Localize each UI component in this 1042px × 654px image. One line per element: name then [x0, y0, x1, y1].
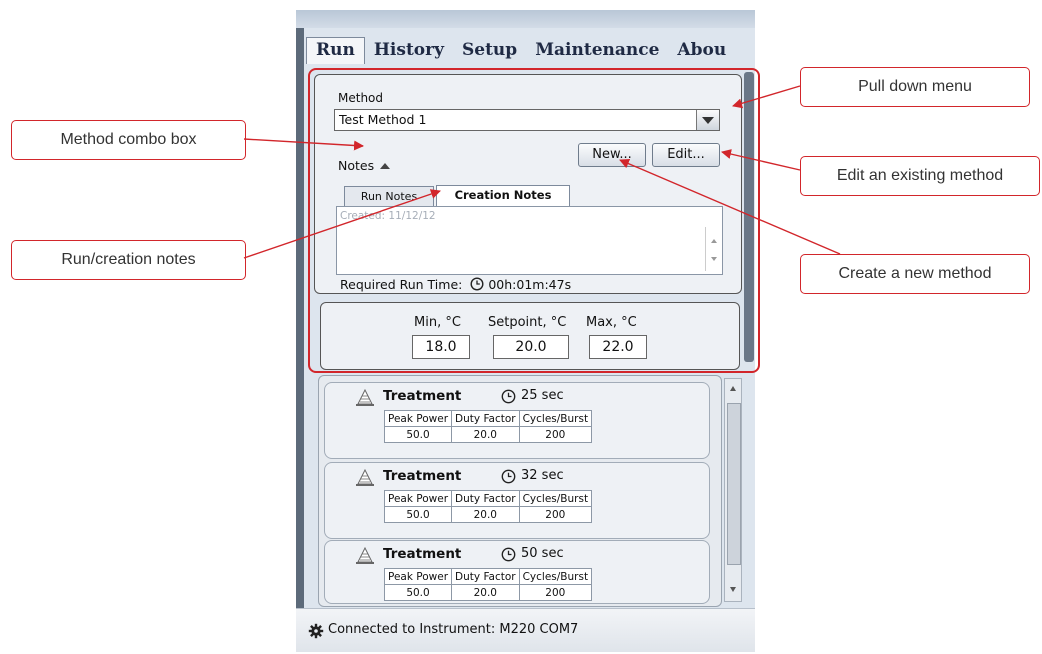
- clock-icon: [501, 547, 516, 562]
- clock-icon: [501, 389, 516, 404]
- treatment-title: Treatment: [383, 546, 462, 562]
- tab-history[interactable]: History: [365, 38, 453, 64]
- treatment-title: Treatment: [383, 468, 462, 484]
- tab-run[interactable]: Run: [306, 37, 365, 64]
- callout-create-new-method: Create a new method: [800, 254, 1030, 294]
- highlight-frame: [308, 68, 760, 373]
- header-cycles-burst: Cycles/Burst: [518, 410, 593, 427]
- window-edge: [296, 10, 304, 652]
- connection-status: Connected to Instrument: M220 COM7: [328, 622, 579, 637]
- sonication-icon: [356, 547, 374, 564]
- treatment-title: Treatment: [383, 388, 462, 404]
- callout-edit-existing-method: Edit an existing method: [800, 156, 1040, 196]
- tab-about[interactable]: Abou: [668, 38, 735, 64]
- treatment-duration: 25 sec: [521, 388, 564, 403]
- treatment-duration: 32 sec: [521, 468, 564, 483]
- treatment-params-table: Peak Power Duty Factor Cycles/Burst 50.0 20…: [383, 490, 593, 523]
- duty-factor-value: 20.0: [451, 506, 520, 523]
- peak-power-value: 50.0: [383, 506, 453, 523]
- duty-factor-value: 20.0: [451, 584, 520, 601]
- callout-method-combo-box: Method combo box: [11, 120, 246, 160]
- sonication-icon: [356, 389, 374, 406]
- header-peak-power: Peak Power: [383, 490, 453, 507]
- tab-setup[interactable]: Setup: [453, 38, 526, 64]
- clock-icon: [501, 469, 516, 484]
- header-cycles-burst: Cycles/Burst: [518, 568, 593, 585]
- tab-maintenance[interactable]: Maintenance: [526, 38, 668, 64]
- gear-icon: [308, 623, 324, 639]
- treatment-params-table: Peak Power Duty Factor Cycles/Burst 50.0 20…: [383, 410, 593, 443]
- header-peak-power: Peak Power: [383, 568, 453, 585]
- main-tab-bar: Run History Setup Maintenance Abou: [306, 34, 735, 64]
- cycles-burst-value: 200: [518, 506, 593, 523]
- cycles-burst-value: 200: [518, 426, 593, 443]
- treatment-card[interactable]: Treatment 32 sec Peak Power Duty Factor Cy…: [324, 462, 710, 539]
- peak-power-value: 50.0: [383, 426, 453, 443]
- treatment-duration: 50 sec: [521, 546, 564, 561]
- header-cycles-burst: Cycles/Burst: [518, 490, 593, 507]
- scrollbar-thumb[interactable]: [727, 403, 741, 565]
- treatment-list-scrollbar[interactable]: [724, 378, 742, 602]
- header-duty-factor: Duty Factor: [451, 410, 520, 427]
- duty-factor-value: 20.0: [451, 426, 520, 443]
- treatment-params-table: Peak Power Duty Factor Cycles/Burst 50.0 20…: [383, 568, 593, 601]
- header-duty-factor: Duty Factor: [451, 490, 520, 507]
- treatment-card[interactable]: Treatment 50 sec Peak Power Duty Factor Cy…: [324, 540, 710, 604]
- window-title-strip: [296, 10, 755, 28]
- callout-pull-down-menu: Pull down menu: [800, 67, 1030, 107]
- callout-run-creation-notes: Run/creation notes: [11, 240, 246, 280]
- cycles-burst-value: 200: [518, 584, 593, 601]
- status-bar: Connected to Instrument: M220 COM7: [296, 608, 755, 652]
- peak-power-value: 50.0: [383, 584, 453, 601]
- header-duty-factor: Duty Factor: [451, 568, 520, 585]
- treatment-card[interactable]: Treatment 25 sec Peak Power Duty Factor Cy…: [324, 382, 710, 459]
- header-peak-power: Peak Power: [383, 410, 453, 427]
- sonication-icon: [356, 469, 374, 486]
